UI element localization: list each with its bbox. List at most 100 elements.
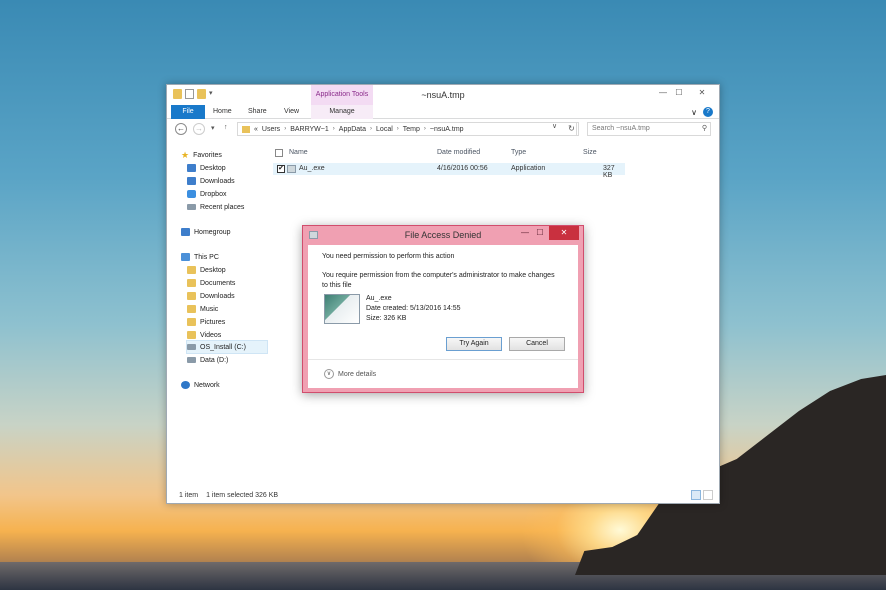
- network-icon: [181, 381, 190, 389]
- tab-manage[interactable]: Manage: [311, 105, 373, 119]
- computer-icon: [181, 253, 190, 261]
- sidebar-item-pc-downloads[interactable]: Downloads: [187, 290, 235, 302]
- chevron-right-icon: ›: [332, 126, 335, 132]
- folder-icon: [187, 331, 196, 339]
- close-button[interactable]: ✕: [689, 88, 715, 98]
- sidebar-item-music[interactable]: Music: [187, 303, 218, 315]
- address-bar[interactable]: « Users › BARRYW~1 › AppData › Local › T…: [237, 122, 577, 136]
- sidebar-item-videos[interactable]: Videos: [187, 329, 221, 341]
- sidebar-item-desktop[interactable]: Desktop: [187, 162, 226, 174]
- chevron-right-icon: ›: [370, 126, 373, 132]
- tab-view[interactable]: View: [284, 105, 299, 119]
- forward-button[interactable]: →: [193, 123, 205, 135]
- sidebar-item-documents[interactable]: Documents: [187, 277, 235, 289]
- sidebar-item-downloads[interactable]: Downloads: [187, 175, 235, 187]
- refresh-button[interactable]: ↻: [565, 122, 579, 136]
- breadcrumb-users[interactable]: Users: [262, 126, 280, 133]
- up-button[interactable]: ↑: [224, 124, 228, 131]
- column-header-name[interactable]: Name: [289, 149, 308, 156]
- sidebar-item-label: OS_Install (C:): [200, 343, 246, 351]
- minimize-button[interactable]: —: [657, 88, 669, 98]
- maximize-button[interactable]: ☐: [673, 88, 685, 98]
- sidebar-item-label: Downloads: [200, 177, 235, 185]
- sidebar-item-label: Dropbox: [200, 190, 227, 198]
- ribbon-right-controls: ∨ ?: [691, 107, 713, 117]
- sidebar-item-recent-places[interactable]: Recent places: [187, 201, 244, 213]
- tab-home[interactable]: Home: [213, 105, 232, 119]
- breadcrumb-overflow[interactable]: «: [254, 126, 258, 133]
- file-name: Au_.exe: [299, 165, 325, 172]
- sidebar-item-this-pc[interactable]: This PC: [181, 251, 219, 263]
- sidebar-item-pictures[interactable]: Pictures: [187, 316, 225, 328]
- try-again-button[interactable]: Try Again: [446, 337, 502, 351]
- expand-ribbon-icon[interactable]: ∨: [691, 108, 697, 117]
- breadcrumb-barryw[interactable]: BARRYW~1: [290, 126, 329, 133]
- select-all-checkbox[interactable]: [275, 149, 283, 157]
- file-size: 327 KB: [603, 165, 615, 179]
- details-view-icon[interactable]: [691, 490, 701, 500]
- sidebar-item-label: Desktop: [200, 266, 226, 274]
- chevron-right-icon: ›: [284, 126, 287, 132]
- breadcrumb-temp[interactable]: Temp: [403, 126, 420, 133]
- sidebar-item-label: Desktop: [200, 164, 226, 172]
- selection-info: 1 item selected 326 KB: [206, 492, 279, 499]
- dialog-window-controls: — ☐ ✕: [519, 226, 579, 240]
- title-bar: ▾ Application Tools ~nsuA.tmp — ☐ ✕: [167, 85, 719, 105]
- file-access-denied-dialog: File Access Denied — ☐ ✕ You need permis…: [302, 225, 584, 393]
- large-icons-view-icon[interactable]: [703, 490, 713, 500]
- column-header-date[interactable]: Date modified: [437, 149, 480, 156]
- file-thumbnail-icon: [324, 294, 360, 324]
- sidebar-item-label: Documents: [200, 279, 236, 287]
- sidebar-item-data-drive[interactable]: Data (D:): [187, 354, 228, 366]
- row-checkbox[interactable]: ✔: [277, 165, 285, 173]
- folder-icon: [187, 318, 196, 326]
- sidebar-item-label: Recent places: [200, 203, 245, 211]
- breadcrumb-appdata[interactable]: AppData: [339, 126, 366, 133]
- back-button[interactable]: ←: [175, 123, 187, 135]
- dialog-close-button[interactable]: ✕: [549, 226, 579, 240]
- cancel-button[interactable]: Cancel: [509, 337, 565, 351]
- table-row[interactable]: ✔ Au_.exe 4/16/2016 00:56 Application 32…: [273, 163, 625, 179]
- breadcrumb-local[interactable]: Local: [376, 126, 393, 133]
- sidebar-item-pc-desktop[interactable]: Desktop: [187, 264, 226, 276]
- search-icon[interactable]: ⚲: [702, 123, 707, 135]
- folder-icon: [187, 305, 196, 313]
- sidebar-item-label: Favorites: [193, 151, 222, 159]
- chevron-down-icon: ∨: [324, 369, 334, 379]
- sidebar-item-label: Music: [200, 305, 219, 313]
- column-header-type[interactable]: Type: [511, 149, 526, 156]
- dropbox-icon: [187, 190, 196, 198]
- sidebar-item-homegroup[interactable]: Homegroup: [181, 226, 231, 238]
- window-controls: — ☐ ✕: [657, 88, 715, 98]
- ribbon-tabs: File Home Share View Manage ∨ ?: [167, 105, 719, 119]
- address-row: ← → ▾ ↑ « Users › BARRYW~1 › AppData › L…: [167, 119, 719, 139]
- application-icon: [287, 165, 296, 173]
- sidebar-item-os-install[interactable]: OS_Install (C:): [186, 340, 268, 354]
- help-icon[interactable]: ?: [703, 107, 713, 117]
- address-dropdown-icon[interactable]: ∨: [552, 122, 557, 130]
- dialog-date-created: Date created: 5/13/2016 14:55: [366, 305, 461, 312]
- file-date: 4/16/2016 00:56: [437, 165, 488, 172]
- divider: [308, 359, 578, 360]
- sidebar-item-label: This PC: [194, 253, 219, 261]
- sidebar-item-favorites[interactable]: ★ Favorites: [181, 149, 222, 161]
- tab-file[interactable]: File: [171, 105, 205, 119]
- item-count: 1 item: [179, 492, 199, 499]
- search-input[interactable]: Search ~nsuA.tmp ⚲: [587, 122, 711, 136]
- sidebar-item-dropbox[interactable]: Dropbox: [187, 188, 226, 200]
- sidebar-item-label: Videos: [200, 331, 222, 339]
- dialog-minimize-button[interactable]: —: [519, 226, 531, 240]
- chevron-right-icon: ›: [396, 126, 399, 132]
- dialog-body: You need permission to perform this acti…: [308, 245, 578, 388]
- recent-locations-icon[interactable]: ▾: [211, 124, 215, 132]
- file-type: Application: [511, 165, 546, 172]
- desktop-icon: [187, 164, 196, 172]
- column-header-size[interactable]: Size: [583, 149, 597, 156]
- folder-icon: [242, 125, 250, 133]
- breadcrumb-nsua[interactable]: ~nsuA.tmp: [430, 126, 464, 133]
- dialog-file-name: Au_.exe: [366, 295, 392, 302]
- more-details-toggle[interactable]: ∨ More details: [324, 369, 376, 379]
- sidebar-item-network[interactable]: Network: [181, 379, 220, 391]
- tab-share[interactable]: Share: [248, 105, 267, 119]
- dialog-maximize-button[interactable]: ☐: [534, 226, 546, 240]
